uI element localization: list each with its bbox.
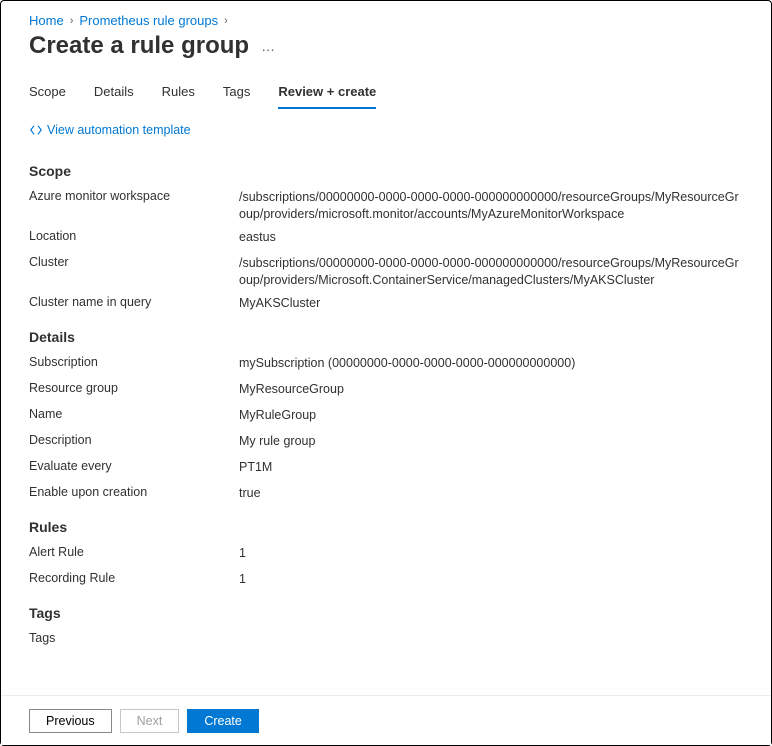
value-workspace: /subscriptions/00000000-0000-0000-0000-0… bbox=[239, 189, 743, 223]
more-actions-icon[interactable]: … bbox=[261, 38, 276, 54]
automation-link-label: View automation template bbox=[47, 123, 191, 137]
label-description: Description bbox=[29, 433, 239, 447]
label-location: Location bbox=[29, 229, 239, 243]
footer-bar: Previous Next Create bbox=[1, 695, 771, 745]
label-tags: Tags bbox=[29, 631, 239, 645]
tab-tags[interactable]: Tags bbox=[223, 78, 250, 109]
view-automation-template-link[interactable]: View automation template bbox=[29, 123, 191, 137]
label-alert-rule: Alert Rule bbox=[29, 545, 239, 559]
next-button: Next bbox=[120, 709, 180, 733]
label-name: Name bbox=[29, 407, 239, 421]
label-cluster: Cluster bbox=[29, 255, 239, 269]
value-enable-upon-creation: true bbox=[239, 485, 743, 502]
value-description: My rule group bbox=[239, 433, 743, 450]
section-heading-rules: Rules bbox=[29, 519, 743, 535]
previous-button[interactable]: Previous bbox=[29, 709, 112, 733]
label-workspace: Azure monitor workspace bbox=[29, 189, 239, 203]
tab-rules[interactable]: Rules bbox=[162, 78, 195, 109]
tab-details[interactable]: Details bbox=[94, 78, 134, 109]
value-recording-rule: 1 bbox=[239, 571, 743, 588]
breadcrumb: Home › Prometheus rule groups › bbox=[29, 13, 743, 28]
value-name: MyRuleGroup bbox=[239, 407, 743, 424]
breadcrumb-parent[interactable]: Prometheus rule groups bbox=[79, 13, 218, 28]
value-cluster-name-in-query: MyAKSCluster bbox=[239, 295, 743, 312]
value-resource-group: MyResourceGroup bbox=[239, 381, 743, 398]
value-evaluate-every: PT1M bbox=[239, 459, 743, 476]
label-cluster-name-in-query: Cluster name in query bbox=[29, 295, 239, 309]
value-location: eastus bbox=[239, 229, 743, 246]
label-enable-upon-creation: Enable upon creation bbox=[29, 485, 239, 499]
value-subscription: mySubscription (00000000-0000-0000-0000-… bbox=[239, 355, 743, 372]
value-cluster: /subscriptions/00000000-0000-0000-0000-0… bbox=[239, 255, 743, 289]
label-evaluate-every: Evaluate every bbox=[29, 459, 239, 473]
chevron-right-icon: › bbox=[224, 15, 228, 27]
breadcrumb-home[interactable]: Home bbox=[29, 13, 64, 28]
page-title: Create a rule group bbox=[29, 32, 249, 60]
section-heading-details: Details bbox=[29, 329, 743, 345]
create-button[interactable]: Create bbox=[187, 709, 259, 733]
tab-scope[interactable]: Scope bbox=[29, 78, 66, 109]
label-resource-group: Resource group bbox=[29, 381, 239, 395]
value-alert-rule: 1 bbox=[239, 545, 743, 562]
tab-review-create[interactable]: Review + create bbox=[278, 78, 376, 109]
label-subscription: Subscription bbox=[29, 355, 239, 369]
section-heading-tags: Tags bbox=[29, 605, 743, 621]
chevron-right-icon: › bbox=[70, 15, 74, 27]
section-heading-scope: Scope bbox=[29, 163, 743, 179]
code-icon bbox=[29, 123, 43, 137]
label-recording-rule: Recording Rule bbox=[29, 571, 239, 585]
tabs: Scope Details Rules Tags Review + create bbox=[29, 78, 743, 109]
